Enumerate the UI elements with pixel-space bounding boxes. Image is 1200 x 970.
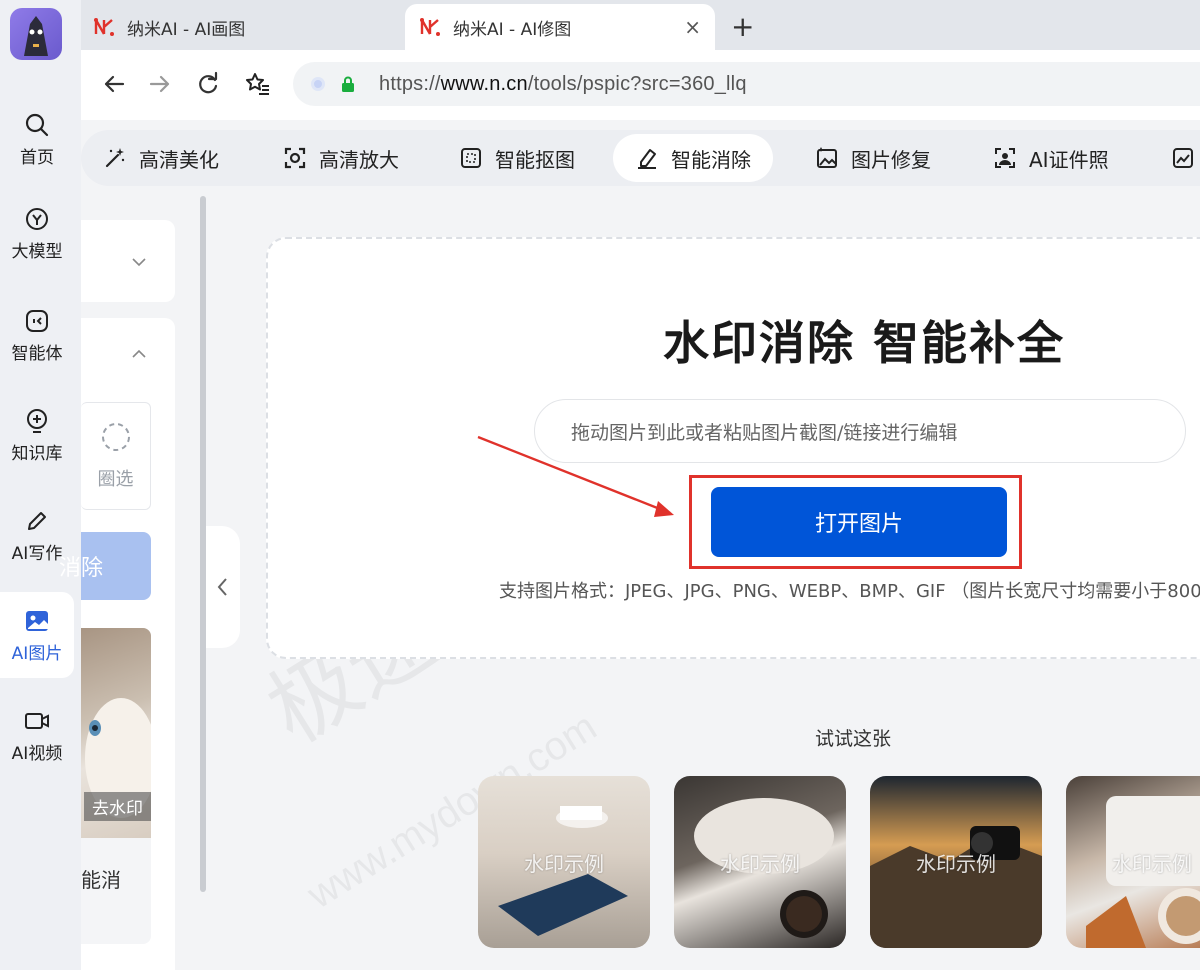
tool-hd-beautify[interactable]: 高清美化 (103, 134, 219, 182)
tool-more[interactable] (1171, 134, 1200, 182)
nano-logo-icon (94, 18, 114, 36)
tool-image-repair[interactable]: 图片修复 (815, 134, 931, 182)
tool-label: 智能抠图 (495, 147, 575, 172)
model-icon (26, 207, 48, 230)
rail-item-label: AI图片 (11, 643, 63, 664)
tool-label: AI证件照 (1029, 147, 1109, 172)
tab-bar: 纳米AI - AI画图 纳米AI - AI修图 × + (81, 0, 1200, 50)
favorites-button[interactable] (241, 67, 275, 101)
new-tab-button[interactable]: + (731, 10, 754, 43)
lasso-label: 圈选 (97, 469, 134, 490)
tab-title: 纳米AI - AI修图 (453, 19, 572, 40)
search-icon (25, 113, 49, 136)
chevron-up-icon[interactable] (129, 344, 149, 364)
tool-smart-erase[interactable]: 智能消除 (613, 134, 773, 182)
repair-icon (817, 147, 837, 168)
reload-icon (199, 71, 218, 94)
rail-item-video[interactable]: AI视频 (0, 692, 74, 778)
url-prefix: https:// (379, 72, 441, 95)
id-photo-icon (995, 148, 1015, 168)
address-bar: https://www.n.cn/tools/pspic?src=360_llq (81, 50, 1200, 120)
enlarge-icon (284, 147, 306, 169)
url-field[interactable]: https://www.n.cn/tools/pspic?src=360_llq (293, 62, 1200, 106)
tab-ai-drawing[interactable]: 纳米AI - AI画图 (93, 4, 393, 50)
star-list-icon (246, 73, 269, 95)
rail-item-label: 首页 (20, 147, 54, 168)
lasso-icon (101, 423, 130, 451)
lock-icon (342, 76, 354, 92)
site-info-icon[interactable] (311, 77, 325, 91)
rail-item-home[interactable]: 首页 (0, 96, 74, 182)
chevron-left-icon (217, 578, 227, 596)
erase-button[interactable]: 消除 (59, 532, 151, 600)
supported-formats-text: 支持图片格式：JPEG、JPG、PNG、WEBP、BMP、GIF （图片长宽尺寸… (499, 581, 1200, 602)
collapsed-section[interactable] (81, 220, 175, 302)
tool-label: 高清美化 (139, 147, 219, 172)
remove-watermark-tag: 去水印 (84, 792, 151, 821)
url-text: https://www.n.cn/tools/pspic?src=360_llq (379, 73, 747, 96)
magic-wand-icon (105, 148, 125, 168)
cutout-icon (461, 148, 481, 168)
chevron-down-icon[interactable] (129, 252, 149, 272)
pen-icon (28, 511, 46, 530)
reload-button[interactable] (191, 67, 225, 101)
rail-item-image[interactable]: AI图片 (0, 592, 74, 678)
sample-watermark-label: 水印示例 (916, 851, 996, 876)
rail-item-knowledge[interactable]: 知识库 (0, 392, 74, 478)
rail-item-agent[interactable]: 智能体 (0, 292, 74, 378)
rail-item-label: 智能体 (11, 343, 63, 364)
sample-image-photographer[interactable]: 水印示例 (870, 776, 1042, 948)
app-rail: 首页 大模型 智能体 知识库 AI写作 AI图片 AI视频 (0, 0, 81, 970)
url-domain: www.n.cn (440, 72, 528, 95)
forward-button[interactable] (143, 67, 177, 101)
nano-logo-icon (420, 18, 440, 36)
sample-watermark-label: 水印示例 (720, 851, 800, 876)
sample-image-coffee-notebook[interactable]: 水印示例 (478, 776, 650, 948)
rail-item-model[interactable]: 大模型 (0, 190, 74, 276)
back-arrow-icon (104, 75, 125, 93)
image-icon (26, 610, 48, 631)
forward-arrow-icon (149, 75, 170, 93)
agent-icon (26, 309, 48, 332)
rail-item-label: AI写作 (11, 543, 63, 564)
back-button[interactable] (97, 67, 131, 101)
eraser-icon (638, 149, 656, 169)
tab-title: 纳米AI - AI画图 (127, 19, 246, 40)
erase-section: 圈选 消除 去水印 能消 (59, 318, 175, 970)
page-title: 水印消除 智能补全 (663, 316, 1066, 370)
close-tab-icon[interactable]: × (684, 15, 701, 39)
lasso-select-tool[interactable]: 圈选 (81, 402, 151, 510)
tool-nav: 高清美化 高清放大 智能抠图 智能消除 图片修复 AI证件照 (81, 120, 1200, 196)
example-card[interactable]: 去水印 能消 (81, 628, 151, 944)
rail-item-label: 大模型 (11, 241, 63, 262)
tool-label: 高清放大 (319, 147, 399, 172)
erase-button-label: 消除 (59, 556, 104, 581)
url-path: /tools/pspic?src=360_llq (527, 72, 747, 95)
gallery-icon (1173, 148, 1193, 168)
upload-dropzone[interactable]: 水印消除 智能补全 拖动图片到此或者粘贴图片截图/链接进行编辑 打开图片 支持图… (266, 237, 1200, 659)
sample-watermark-label: 水印示例 (524, 851, 604, 876)
app-logo[interactable] (10, 8, 62, 60)
tool-hd-enlarge[interactable]: 高清放大 (283, 134, 399, 182)
tool-ai-id-photo[interactable]: AI证件照 (993, 134, 1109, 182)
knowledge-icon (27, 408, 47, 433)
annotation-highlight-box (689, 475, 1022, 569)
sample-image-book-sweater[interactable]: 水印示例 (674, 776, 846, 948)
sample-image-tablet-coffee[interactable]: 水印示例 (1066, 776, 1200, 948)
settings-panel: 圈选 消除 去水印 能消 (59, 196, 206, 970)
tool-label: 智能消除 (671, 147, 751, 172)
tool-smart-cutout[interactable]: 智能抠图 (459, 134, 575, 182)
tab-ai-retouch[interactable]: 纳米AI - AI修图 × (405, 4, 715, 50)
tool-label: 图片修复 (851, 147, 931, 172)
collapse-panel-button[interactable] (206, 526, 240, 648)
annotation-arrow (477, 435, 674, 517)
sample-watermark-label: 水印示例 (1112, 851, 1192, 876)
rail-item-label: AI视频 (11, 743, 63, 764)
rail-item-label: 知识库 (11, 443, 63, 464)
tool-nav-bar: 高清美化 高清放大 智能抠图 智能消除 图片修复 AI证件照 (81, 130, 1200, 186)
try-samples-label: 试试这张 (815, 728, 892, 750)
video-icon (25, 712, 49, 729)
example-caption: 能消 (81, 868, 121, 892)
